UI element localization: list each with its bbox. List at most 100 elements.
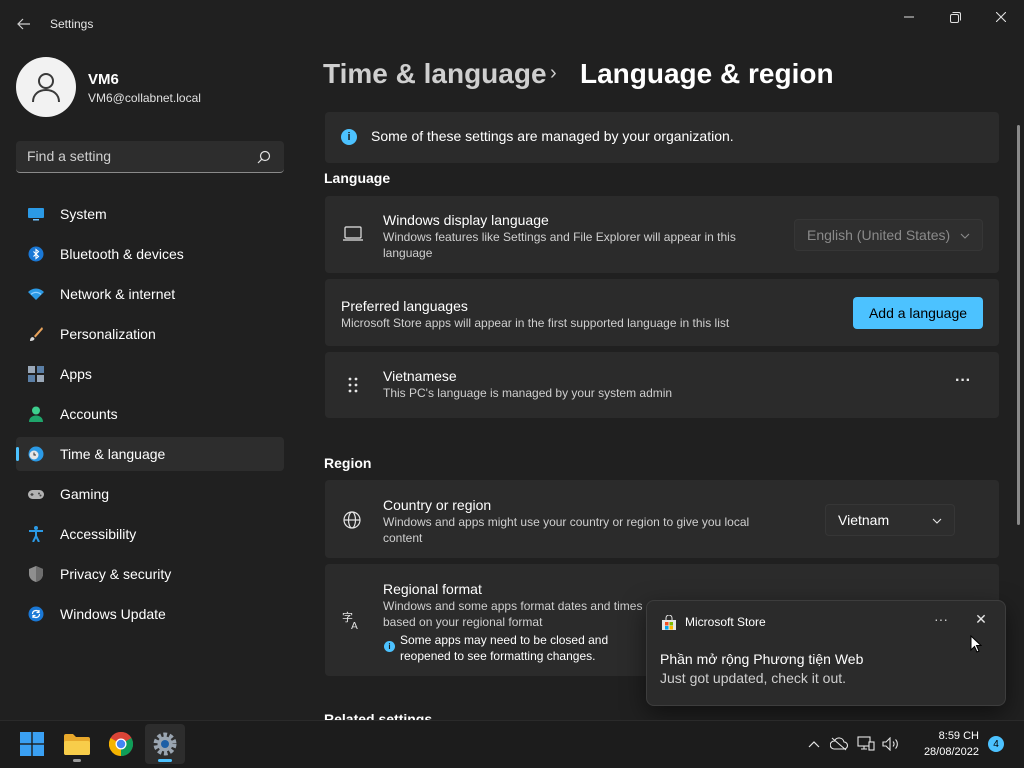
back-arrow-icon: [17, 18, 30, 30]
accessibility-icon: [29, 526, 43, 542]
breadcrumb-parent[interactable]: Time & language: [323, 58, 547, 90]
display-language-title: Windows display language: [383, 212, 549, 228]
close-icon: [996, 12, 1006, 22]
info-icon: i: [384, 641, 395, 652]
sidebar-item-personalization[interactable]: Personalization: [16, 317, 284, 351]
display-language-dropdown[interactable]: English (United States): [794, 219, 983, 251]
regional-format-subtitle: Windows and some apps format dates and t…: [383, 599, 643, 629]
regional-format-note: Some apps may need to be closed and reop…: [400, 633, 609, 663]
search-input[interactable]: [27, 148, 247, 164]
toast-more-button[interactable]: ···: [927, 611, 955, 633]
country-region-dropdown[interactable]: Vietnam: [825, 504, 955, 536]
page-title: Language & region: [580, 58, 834, 89]
language-item-title: Vietnamese: [383, 368, 457, 384]
taskbar-file-explorer[interactable]: [57, 724, 97, 764]
volume-tray[interactable]: [881, 734, 901, 754]
sidebar-item-label: Windows Update: [60, 606, 166, 622]
wifi-icon: [28, 288, 44, 300]
microsoft-store-icon: [662, 615, 676, 630]
sidebar-item-system[interactable]: System: [16, 197, 284, 231]
toast-notification[interactable]: Microsoft Store ··· ✕ Phần mở rộng Phươn…: [646, 600, 1006, 706]
section-title-region: Region: [324, 455, 372, 471]
settings-icon: [153, 732, 177, 756]
brush-icon: [30, 327, 43, 341]
language-format-icon: 字A: [342, 610, 358, 630]
minimize-button[interactable]: [886, 6, 932, 28]
notification-badge[interactable]: 4: [988, 736, 1004, 752]
sidebar-item-windows-update[interactable]: Windows Update: [16, 597, 284, 631]
country-region-title: Country or region: [383, 497, 492, 513]
sidebar-item-label: Personalization: [60, 326, 156, 342]
sidebar-item-label: Time & language: [60, 446, 166, 462]
preferred-languages-title: Preferred languages: [341, 298, 468, 314]
language-item-subtitle: This PC's language is managed by your sy…: [383, 386, 673, 400]
drag-handle-icon[interactable]: [347, 377, 359, 393]
info-icon: i: [341, 129, 357, 145]
person-icon: [32, 73, 60, 103]
title-bar: [0, 0, 1024, 48]
sidebar-item-label: Bluetooth & devices: [60, 246, 184, 262]
active-indicator: [16, 447, 19, 461]
chevron-down-icon: [960, 233, 970, 239]
preferred-languages-subtitle: Microsoft Store apps will appear in the …: [341, 316, 730, 330]
start-icon: [20, 732, 44, 756]
taskbar-date[interactable]: 28/08/2022: [914, 746, 979, 758]
search-box[interactable]: [16, 141, 284, 173]
taskbar-time[interactable]: 8:59 CH: [935, 730, 979, 742]
language-more-button[interactable]: ···: [950, 372, 976, 396]
shield-icon: [29, 566, 43, 582]
sidebar-item-accounts[interactable]: Accounts: [16, 397, 284, 431]
add-language-button[interactable]: Add a language: [853, 297, 983, 329]
running-indicator: [73, 759, 81, 762]
taskbar-settings[interactable]: [145, 724, 185, 764]
user-name: VM6: [88, 71, 119, 88]
network-tray[interactable]: [856, 734, 876, 754]
sidebar-item-gaming[interactable]: Gaming: [16, 477, 284, 511]
search-icon[interactable]: [256, 149, 272, 165]
section-title-language: Language: [324, 170, 391, 186]
country-region-subtitle: Windows and apps might use your country …: [383, 515, 750, 545]
minimize-icon: [904, 16, 914, 18]
back-button[interactable]: [12, 12, 36, 36]
onedrive-tray[interactable]: [829, 734, 849, 754]
toast-title: Phần mở rộng Phương tiện Web: [660, 651, 864, 667]
sidebar-item-time-language[interactable]: Time & language: [16, 437, 284, 471]
apps-icon: [28, 366, 44, 382]
sidebar-item-label: System: [60, 206, 107, 222]
sidebar-item-bluetooth[interactable]: Bluetooth & devices: [16, 237, 284, 271]
network-icon: [857, 736, 875, 751]
monitor-icon: [28, 208, 44, 221]
taskbar-chrome[interactable]: [101, 724, 141, 764]
sidebar-item-privacy[interactable]: Privacy & security: [16, 557, 284, 591]
maximize-button[interactable]: [932, 6, 978, 28]
chevron-up-icon: [808, 741, 820, 748]
clock-globe-icon: [28, 446, 44, 462]
show-hidden-icons-button[interactable]: [804, 734, 824, 754]
app-title: Settings: [50, 17, 94, 31]
person-icon: [29, 406, 43, 422]
toast-app-name: Microsoft Store: [685, 615, 766, 629]
bluetooth-icon: [28, 246, 44, 262]
gamepad-icon: [28, 490, 44, 499]
scrollbar[interactable]: [1017, 125, 1020, 525]
mouse-cursor-icon: [970, 635, 982, 653]
start-button[interactable]: [12, 724, 52, 764]
laptop-icon: [343, 226, 363, 241]
country-region-value: Vietnam: [838, 512, 890, 528]
cloud-off-icon: [830, 737, 848, 751]
restore-icon: [949, 11, 961, 23]
sidebar-item-label: Privacy & security: [60, 566, 172, 582]
display-language-subtitle: Windows features like Settings and File …: [383, 230, 736, 260]
toast-close-button[interactable]: ✕: [969, 611, 993, 633]
close-window-button[interactable]: [978, 6, 1024, 28]
chrome-icon: [109, 732, 133, 756]
globe-icon: [343, 511, 361, 529]
sidebar-item-network[interactable]: Network & internet: [16, 277, 284, 311]
avatar[interactable]: [16, 57, 76, 117]
sidebar-item-apps[interactable]: Apps: [16, 357, 284, 391]
update-icon: [28, 606, 44, 622]
active-indicator: [158, 759, 172, 762]
sidebar-item-label: Accessibility: [60, 526, 137, 542]
sidebar-item-accessibility[interactable]: Accessibility: [16, 517, 284, 551]
sidebar-item-label: Network & internet: [60, 286, 176, 302]
